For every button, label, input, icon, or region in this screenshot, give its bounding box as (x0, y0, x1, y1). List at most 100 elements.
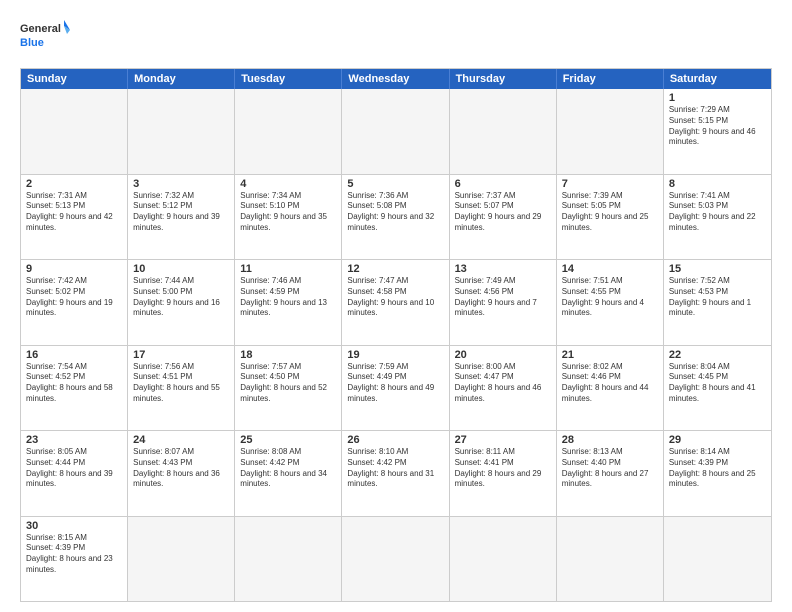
day-cell-7: 7Sunrise: 7:39 AM Sunset: 5:05 PM Daylig… (557, 175, 664, 260)
day-cell-18: 18Sunrise: 7:57 AM Sunset: 4:50 PM Dayli… (235, 346, 342, 431)
cell-info: Sunrise: 8:10 AM Sunset: 4:42 PM Dayligh… (347, 447, 443, 490)
empty-cell-5-2 (235, 517, 342, 602)
cell-info: Sunrise: 8:00 AM Sunset: 4:47 PM Dayligh… (455, 362, 551, 405)
empty-cell-0-1 (128, 89, 235, 174)
day-number: 25 (240, 434, 336, 446)
day-cell-8: 8Sunrise: 7:41 AM Sunset: 5:03 PM Daylig… (664, 175, 771, 260)
cell-info: Sunrise: 8:02 AM Sunset: 4:46 PM Dayligh… (562, 362, 658, 405)
day-number: 28 (562, 434, 658, 446)
cell-info: Sunrise: 7:37 AM Sunset: 5:07 PM Dayligh… (455, 191, 551, 234)
cell-info: Sunrise: 8:04 AM Sunset: 4:45 PM Dayligh… (669, 362, 766, 405)
day-cell-17: 17Sunrise: 7:56 AM Sunset: 4:51 PM Dayli… (128, 346, 235, 431)
empty-cell-0-0 (21, 89, 128, 174)
day-cell-22: 22Sunrise: 8:04 AM Sunset: 4:45 PM Dayli… (664, 346, 771, 431)
svg-text:Blue: Blue (20, 37, 44, 49)
day-cell-24: 24Sunrise: 8:07 AM Sunset: 4:43 PM Dayli… (128, 431, 235, 516)
cell-info: Sunrise: 7:44 AM Sunset: 5:00 PM Dayligh… (133, 276, 229, 319)
day-cell-13: 13Sunrise: 7:49 AM Sunset: 4:56 PM Dayli… (450, 260, 557, 345)
cell-info: Sunrise: 8:15 AM Sunset: 4:39 PM Dayligh… (26, 533, 122, 576)
header-day-wednesday: Wednesday (342, 69, 449, 89)
cell-info: Sunrise: 7:54 AM Sunset: 4:52 PM Dayligh… (26, 362, 122, 405)
day-cell-14: 14Sunrise: 7:51 AM Sunset: 4:55 PM Dayli… (557, 260, 664, 345)
day-cell-6: 6Sunrise: 7:37 AM Sunset: 5:07 PM Daylig… (450, 175, 557, 260)
day-number: 22 (669, 349, 766, 361)
header-day-sunday: Sunday (21, 69, 128, 89)
cell-info: Sunrise: 8:08 AM Sunset: 4:42 PM Dayligh… (240, 447, 336, 490)
day-cell-3: 3Sunrise: 7:32 AM Sunset: 5:12 PM Daylig… (128, 175, 235, 260)
day-cell-30: 30Sunrise: 8:15 AM Sunset: 4:39 PM Dayli… (21, 517, 128, 602)
empty-cell-0-5 (557, 89, 664, 174)
day-number: 23 (26, 434, 122, 446)
header-day-tuesday: Tuesday (235, 69, 342, 89)
day-number: 29 (669, 434, 766, 446)
header-day-monday: Monday (128, 69, 235, 89)
day-number: 14 (562, 263, 658, 275)
day-cell-16: 16Sunrise: 7:54 AM Sunset: 4:52 PM Dayli… (21, 346, 128, 431)
day-number: 9 (26, 263, 122, 275)
day-cell-21: 21Sunrise: 8:02 AM Sunset: 4:46 PM Dayli… (557, 346, 664, 431)
cell-info: Sunrise: 7:52 AM Sunset: 4:53 PM Dayligh… (669, 276, 766, 319)
day-number: 20 (455, 349, 551, 361)
cell-info: Sunrise: 7:31 AM Sunset: 5:13 PM Dayligh… (26, 191, 122, 234)
day-number: 27 (455, 434, 551, 446)
page: General Blue SundayMondayTuesdayWednesda… (0, 0, 792, 612)
cell-info: Sunrise: 7:34 AM Sunset: 5:10 PM Dayligh… (240, 191, 336, 234)
day-number: 2 (26, 178, 122, 190)
header-day-saturday: Saturday (664, 69, 771, 89)
day-cell-27: 27Sunrise: 8:11 AM Sunset: 4:41 PM Dayli… (450, 431, 557, 516)
day-number: 26 (347, 434, 443, 446)
day-number: 10 (133, 263, 229, 275)
day-number: 13 (455, 263, 551, 275)
cell-info: Sunrise: 7:32 AM Sunset: 5:12 PM Dayligh… (133, 191, 229, 234)
day-cell-5: 5Sunrise: 7:36 AM Sunset: 5:08 PM Daylig… (342, 175, 449, 260)
cell-info: Sunrise: 7:41 AM Sunset: 5:03 PM Dayligh… (669, 191, 766, 234)
day-cell-19: 19Sunrise: 7:59 AM Sunset: 4:49 PM Dayli… (342, 346, 449, 431)
cell-info: Sunrise: 7:29 AM Sunset: 5:15 PM Dayligh… (669, 105, 766, 148)
svg-text:General: General (20, 23, 61, 35)
cell-info: Sunrise: 8:05 AM Sunset: 4:44 PM Dayligh… (26, 447, 122, 490)
calendar-row-0: 1Sunrise: 7:29 AM Sunset: 5:15 PM Daylig… (21, 89, 771, 174)
cell-info: Sunrise: 8:13 AM Sunset: 4:40 PM Dayligh… (562, 447, 658, 490)
day-cell-1: 1Sunrise: 7:29 AM Sunset: 5:15 PM Daylig… (664, 89, 771, 174)
cell-info: Sunrise: 7:49 AM Sunset: 4:56 PM Dayligh… (455, 276, 551, 319)
cell-info: Sunrise: 7:56 AM Sunset: 4:51 PM Dayligh… (133, 362, 229, 405)
empty-cell-0-3 (342, 89, 449, 174)
cell-info: Sunrise: 7:42 AM Sunset: 5:02 PM Dayligh… (26, 276, 122, 319)
day-cell-4: 4Sunrise: 7:34 AM Sunset: 5:10 PM Daylig… (235, 175, 342, 260)
cell-info: Sunrise: 7:51 AM Sunset: 4:55 PM Dayligh… (562, 276, 658, 319)
day-cell-12: 12Sunrise: 7:47 AM Sunset: 4:58 PM Dayli… (342, 260, 449, 345)
day-number: 5 (347, 178, 443, 190)
cell-info: Sunrise: 8:07 AM Sunset: 4:43 PM Dayligh… (133, 447, 229, 490)
day-cell-23: 23Sunrise: 8:05 AM Sunset: 4:44 PM Dayli… (21, 431, 128, 516)
day-number: 8 (669, 178, 766, 190)
day-cell-2: 2Sunrise: 7:31 AM Sunset: 5:13 PM Daylig… (21, 175, 128, 260)
day-number: 6 (455, 178, 551, 190)
cell-info: Sunrise: 7:39 AM Sunset: 5:05 PM Dayligh… (562, 191, 658, 234)
day-number: 12 (347, 263, 443, 275)
empty-cell-5-4 (450, 517, 557, 602)
cell-info: Sunrise: 7:59 AM Sunset: 4:49 PM Dayligh… (347, 362, 443, 405)
day-cell-20: 20Sunrise: 8:00 AM Sunset: 4:47 PM Dayli… (450, 346, 557, 431)
calendar-row-1: 2Sunrise: 7:31 AM Sunset: 5:13 PM Daylig… (21, 174, 771, 260)
logo: General Blue (20, 16, 70, 60)
calendar-header: SundayMondayTuesdayWednesdayThursdayFrid… (21, 69, 771, 89)
empty-cell-5-6 (664, 517, 771, 602)
day-number: 18 (240, 349, 336, 361)
empty-cell-5-5 (557, 517, 664, 602)
empty-cell-0-2 (235, 89, 342, 174)
day-number: 19 (347, 349, 443, 361)
day-number: 1 (669, 92, 766, 104)
day-number: 16 (26, 349, 122, 361)
header-day-thursday: Thursday (450, 69, 557, 89)
day-cell-26: 26Sunrise: 8:10 AM Sunset: 4:42 PM Dayli… (342, 431, 449, 516)
day-number: 17 (133, 349, 229, 361)
day-cell-10: 10Sunrise: 7:44 AM Sunset: 5:00 PM Dayli… (128, 260, 235, 345)
calendar-body: 1Sunrise: 7:29 AM Sunset: 5:15 PM Daylig… (21, 89, 771, 601)
day-number: 24 (133, 434, 229, 446)
day-cell-28: 28Sunrise: 8:13 AM Sunset: 4:40 PM Dayli… (557, 431, 664, 516)
day-cell-11: 11Sunrise: 7:46 AM Sunset: 4:59 PM Dayli… (235, 260, 342, 345)
calendar-row-3: 16Sunrise: 7:54 AM Sunset: 4:52 PM Dayli… (21, 345, 771, 431)
header-day-friday: Friday (557, 69, 664, 89)
calendar: SundayMondayTuesdayWednesdayThursdayFrid… (20, 68, 772, 602)
cell-info: Sunrise: 8:11 AM Sunset: 4:41 PM Dayligh… (455, 447, 551, 490)
